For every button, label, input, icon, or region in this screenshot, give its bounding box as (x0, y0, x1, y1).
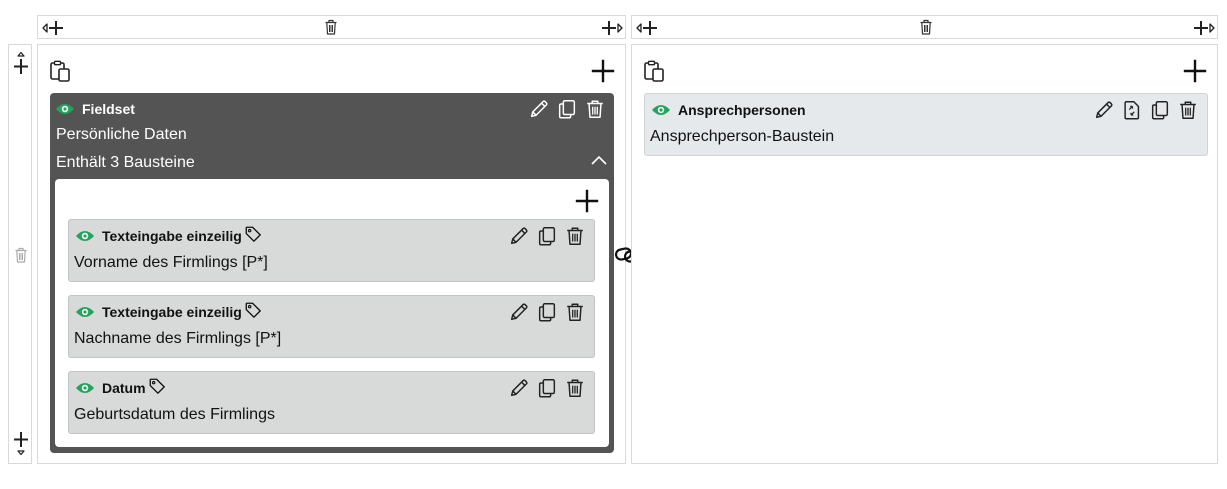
reference-block-header: Ansprechpersonen (651, 99, 806, 121)
delete-column-icon[interactable] (324, 19, 338, 37)
add-column-right-icon[interactable] (601, 19, 623, 37)
tag-icon[interactable] (244, 301, 262, 319)
edit-pencil-icon[interactable] (508, 301, 530, 323)
child-block-header: Datum (75, 377, 166, 399)
child-block[interactable]: Datum Geburtsdatum des Firmlings (68, 371, 595, 434)
trash-icon[interactable] (584, 98, 606, 120)
visible-eye-icon[interactable] (55, 102, 75, 116)
reference-block-actions (1093, 99, 1199, 121)
reference-icon[interactable] (1121, 99, 1143, 121)
block-description: Persönliche Daten (56, 126, 187, 143)
edit-pencil-icon[interactable] (1093, 99, 1115, 121)
paste-icon[interactable] (49, 60, 73, 82)
fieldset-header: Fieldset (55, 100, 135, 118)
tag-icon[interactable] (148, 377, 166, 395)
child-block-actions (508, 377, 586, 399)
trash-icon[interactable] (1177, 99, 1199, 121)
trash-icon[interactable] (564, 301, 586, 323)
trash-icon[interactable] (564, 225, 586, 247)
delete-column-icon[interactable] (919, 19, 933, 37)
fieldset-block[interactable]: Fieldset Persönliche Daten Enthält 3 Bau… (50, 93, 614, 453)
visible-eye-icon[interactable] (75, 381, 95, 395)
add-column-right-icon[interactable] (1193, 19, 1215, 37)
add-row-below-icon[interactable] (12, 431, 30, 457)
block-type: Texteingabe einzeilig (102, 228, 242, 244)
block-description: Geburtsdatum des Firmlings (74, 406, 275, 423)
add-child-block-icon[interactable] (575, 189, 599, 213)
block-description: Vorname des Firmlings [P*] (74, 254, 268, 271)
block-description: Ansprechperson-Baustein (650, 128, 835, 145)
left-column-toolbar (37, 15, 626, 39)
chevron-up-icon[interactable] (590, 153, 608, 167)
edit-pencil-icon[interactable] (508, 377, 530, 399)
copy-icon[interactable] (1149, 99, 1171, 121)
copy-icon[interactable] (536, 377, 558, 399)
block-type: Texteingabe einzeilig (102, 304, 242, 320)
edit-pencil-icon[interactable] (528, 98, 550, 120)
tag-icon[interactable] (244, 225, 262, 243)
child-count: Enthält 3 Bausteine (56, 154, 195, 171)
visible-eye-icon[interactable] (75, 305, 95, 319)
add-column-left-icon[interactable] (636, 19, 658, 37)
visible-eye-icon[interactable] (651, 103, 671, 117)
delete-row-icon[interactable] (14, 247, 32, 263)
right-column: Ansprechpersonen Ansprechperson-Baustein (631, 44, 1218, 464)
child-block-actions (508, 225, 586, 247)
child-block-header: Texteingabe einzeilig (75, 225, 262, 247)
block-description: Nachname des Firmlings [P*] (74, 330, 282, 347)
left-column: Fieldset Persönliche Daten Enthält 3 Bau… (37, 44, 626, 464)
child-block[interactable]: Texteingabe einzeilig Nachname des Firml… (68, 295, 595, 358)
row-toolbar (8, 44, 32, 464)
copy-icon[interactable] (536, 225, 558, 247)
child-block[interactable]: Texteingabe einzeilig Vorname des Firmli… (68, 219, 595, 282)
paste-icon[interactable] (643, 60, 667, 82)
reference-block[interactable]: Ansprechpersonen Ansprechperson-Baustein (644, 93, 1208, 156)
add-column-left-icon[interactable] (42, 19, 64, 37)
fieldset-children: Texteingabe einzeilig Vorname des Firmli… (55, 179, 609, 447)
block-type: Datum (102, 380, 146, 396)
add-row-above-icon[interactable] (12, 51, 30, 75)
add-block-icon[interactable] (591, 59, 615, 83)
copy-icon[interactable] (536, 301, 558, 323)
block-type: Ansprechpersonen (678, 102, 806, 118)
right-column-toolbar (631, 15, 1218, 39)
child-block-actions (508, 301, 586, 323)
copy-icon[interactable] (556, 98, 578, 120)
trash-icon[interactable] (564, 377, 586, 399)
child-block-header: Texteingabe einzeilig (75, 301, 262, 323)
add-block-icon[interactable] (1183, 59, 1207, 83)
visible-eye-icon[interactable] (75, 229, 95, 243)
block-type: Fieldset (82, 101, 135, 117)
edit-pencil-icon[interactable] (508, 225, 530, 247)
fieldset-actions (528, 98, 606, 120)
